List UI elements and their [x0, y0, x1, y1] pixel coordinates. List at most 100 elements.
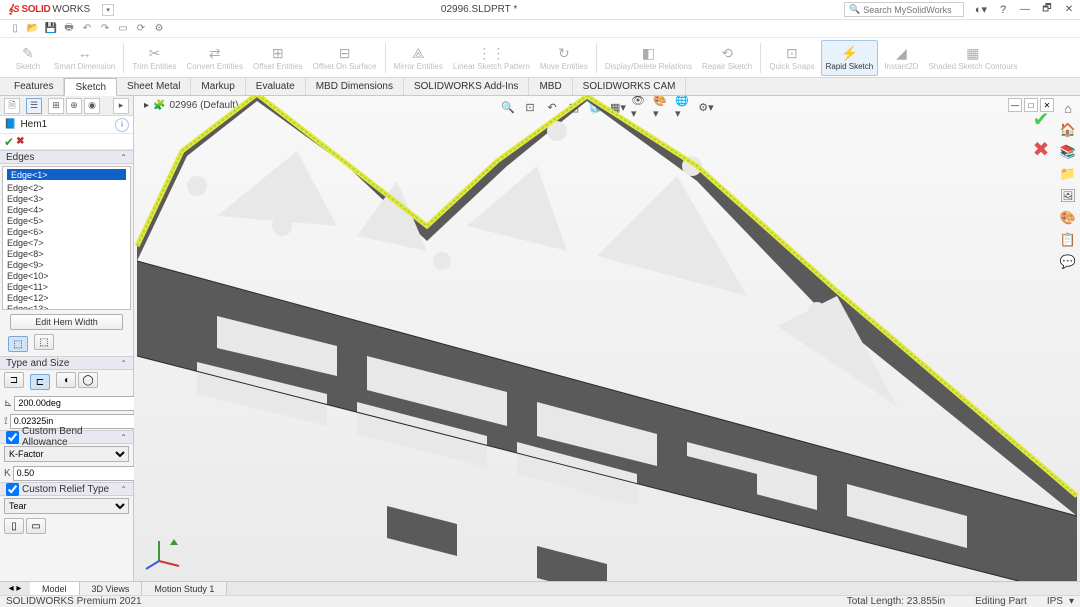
menu-dropdown[interactable]: ▾	[102, 4, 114, 16]
ok-icon[interactable]: ✔	[4, 135, 14, 149]
options-icon[interactable]: ⚙	[152, 22, 166, 36]
pm-tab-dim[interactable]: ⊕	[66, 98, 82, 114]
edge-item[interactable]: Edge<10>	[3, 270, 130, 281]
tab-sketch[interactable]: Sketch	[64, 78, 117, 96]
instant2d-button[interactable]: ◢Instant2D	[880, 40, 922, 76]
tab-model[interactable]: Model	[30, 582, 80, 595]
tab-nav[interactable]: ◂ ▸	[0, 582, 30, 595]
angle-icon: ⊾	[4, 396, 12, 410]
move-entities-button[interactable]: ↻Move Entities	[536, 40, 592, 76]
edge-item[interactable]: Edge<13>	[3, 303, 130, 310]
edge-item[interactable]: Edge<7>	[3, 237, 130, 248]
undo-icon[interactable]: ↶	[80, 22, 94, 36]
pm-tab-display[interactable]: ◉	[84, 98, 100, 114]
rapid-sketch-button[interactable]: ⚡Rapid Sketch	[821, 40, 879, 76]
linear-pattern-button[interactable]: ⋮⋮Linear Sketch Pattern	[449, 40, 534, 76]
hem-material-inside[interactable]: ⬚	[8, 336, 28, 352]
edge-item[interactable]: Edge<8>	[3, 248, 130, 259]
cancel-icon[interactable]: ✖	[16, 136, 24, 147]
pm-tabs: 🗎 ☰ ⊞ ⊕ ◉ ▸	[0, 96, 133, 116]
display-relations-button[interactable]: ◧Display/Delete Relations	[601, 40, 696, 76]
convert-entities-button[interactable]: ⇄Convert Entities	[183, 40, 247, 76]
status-bar: SOLIDWORKS Premium 2021 Total Length: 23…	[0, 595, 1080, 607]
minimize-button[interactable]: —	[1014, 1, 1036, 19]
smart-dimension-button[interactable]: ↔Smart Dimension	[50, 40, 119, 76]
search-box[interactable]: 🔍	[844, 2, 964, 17]
offset-on-surface-button[interactable]: ⊟Offset On Surface	[309, 40, 381, 76]
type-size-section[interactable]: Type and Size ⌃	[0, 356, 133, 370]
cba-section[interactable]: Custom Bend Allowance ⌃	[0, 430, 133, 444]
pm-tab-config[interactable]: ⊞	[48, 98, 64, 114]
edges-list[interactable]: Edge<1>Edge<2>Edge<3>Edge<4>Edge<5>Edge<…	[2, 166, 131, 310]
kfactor-select[interactable]: K-Factor	[4, 446, 129, 462]
edges-section[interactable]: Edges ⌃	[0, 150, 133, 164]
tab-markup[interactable]: Markup	[191, 78, 245, 95]
help-icon[interactable]: ?	[992, 1, 1014, 19]
tab-mbd[interactable]: MBD	[529, 78, 572, 95]
options-dropdown[interactable]: ◐▾	[970, 1, 992, 19]
hem-type-rolled[interactable]: ◯	[78, 372, 98, 388]
hem-type-toggle: ⊐ ⊏ ◖ ◯	[0, 370, 133, 394]
crt-checkbox[interactable]	[6, 483, 19, 496]
pm-tab-property[interactable]: ☰	[26, 98, 42, 114]
tab-motion-study[interactable]: Motion Study 1	[142, 582, 227, 595]
edge-item[interactable]: Edge<11>	[3, 281, 130, 292]
angle-input[interactable]	[14, 396, 139, 411]
edge-item[interactable]: Edge<3>	[3, 193, 130, 204]
hem-type-open[interactable]: ⊏	[30, 374, 50, 390]
tab-features[interactable]: Features	[4, 78, 64, 95]
edge-item[interactable]: Edge<5>	[3, 215, 130, 226]
title-bar: 𝄞SSOLIDWORKS ▾ 02996.SLDPRT * 🔍 ◐▾ ? — 🗗…	[0, 0, 1080, 20]
tab-cam[interactable]: SOLIDWORKS CAM	[573, 78, 687, 95]
rebuild-icon[interactable]: ⟳	[134, 22, 148, 36]
trim-entities-button[interactable]: ✂Trim Entities	[128, 40, 180, 76]
tab-mbd-dimensions[interactable]: MBD Dimensions	[306, 78, 404, 95]
hem-material-outside[interactable]: ⬚	[34, 334, 54, 350]
view-triad[interactable]	[144, 531, 184, 571]
search-icon: 🔍	[849, 4, 860, 15]
repair-sketch-button[interactable]: ⟲Repair Sketch	[698, 40, 756, 76]
close-button[interactable]: ✕	[1058, 1, 1080, 19]
info-icon[interactable]: i	[115, 118, 129, 132]
graphics-area[interactable]: ▸ 🧩 02996 (Default) 🔍 ⊡ ↶ ◧ 🧊 ▦▾ 👁▾ 🎨▾ 🌐…	[134, 96, 1080, 581]
restore-button[interactable]: 🗗	[1036, 1, 1058, 19]
units-label[interactable]: IPS	[1047, 596, 1063, 607]
hem-type-teardrop[interactable]: ◖	[56, 372, 76, 388]
redo-icon[interactable]: ↷	[98, 22, 112, 36]
offset-entities-button[interactable]: ⊞Offset Entities	[249, 40, 307, 76]
edge-item[interactable]: Edge<1>	[7, 169, 126, 180]
edge-item[interactable]: Edge<4>	[3, 204, 130, 215]
status-menu-icon[interactable]: ▾	[1069, 596, 1074, 607]
edge-item[interactable]: Edge<9>	[3, 259, 130, 270]
edge-item[interactable]: Edge<12>	[3, 292, 130, 303]
sketch-button[interactable]: ✎Sketch	[8, 40, 48, 76]
relief-tear[interactable]: ▯	[4, 518, 24, 534]
quick-snaps-button[interactable]: ⊡Quick Snaps	[765, 40, 818, 76]
new-icon[interactable]: ▯	[8, 22, 22, 36]
edit-hem-width-button[interactable]: Edit Hem Width	[10, 314, 123, 330]
mirror-entities-button[interactable]: ⟁Mirror Entities	[390, 40, 447, 76]
print-icon[interactable]: 🖶	[62, 22, 76, 36]
quick-access-toolbar: ▯ 📂 💾 🖶 ↶ ↷ ▭ ⟳ ⚙	[0, 20, 1080, 38]
crt-section[interactable]: Custom Relief Type ⌃	[0, 482, 133, 496]
tab-3d-views[interactable]: 3D Views	[80, 582, 143, 595]
shaded-sketch-button[interactable]: ▦Shaded Sketch Contours	[924, 40, 1021, 76]
relief-obround[interactable]: ▭	[26, 518, 46, 534]
edge-item[interactable]: Edge<2>	[3, 182, 130, 193]
kfactor-input[interactable]	[13, 466, 138, 481]
save-icon[interactable]: 💾	[44, 22, 58, 36]
open-icon[interactable]: 📂	[26, 22, 40, 36]
edge-item[interactable]: Edge<6>	[3, 226, 130, 237]
tab-sheet-metal[interactable]: Sheet Metal	[117, 78, 191, 95]
pm-tab-more[interactable]: ▸	[113, 98, 129, 114]
tab-addins[interactable]: SOLIDWORKS Add-Ins	[404, 78, 529, 95]
pm-tab-feature-tree[interactable]: 🗎	[4, 98, 20, 114]
hem-type-closed[interactable]: ⊐	[4, 372, 24, 388]
select-icon[interactable]: ▭	[116, 22, 130, 36]
relief-select[interactable]: Tear	[4, 498, 129, 514]
command-tabs: Features Sketch Sheet Metal Markup Evalu…	[0, 78, 1080, 96]
tab-evaluate[interactable]: Evaluate	[246, 78, 306, 95]
property-manager: 🗎 ☰ ⊞ ⊕ ◉ ▸ 📘 Hem1 i ✔ ✖ Edges ⌃ Edge<1>…	[0, 96, 134, 581]
cba-checkbox[interactable]	[6, 431, 19, 444]
search-input[interactable]	[863, 5, 959, 15]
